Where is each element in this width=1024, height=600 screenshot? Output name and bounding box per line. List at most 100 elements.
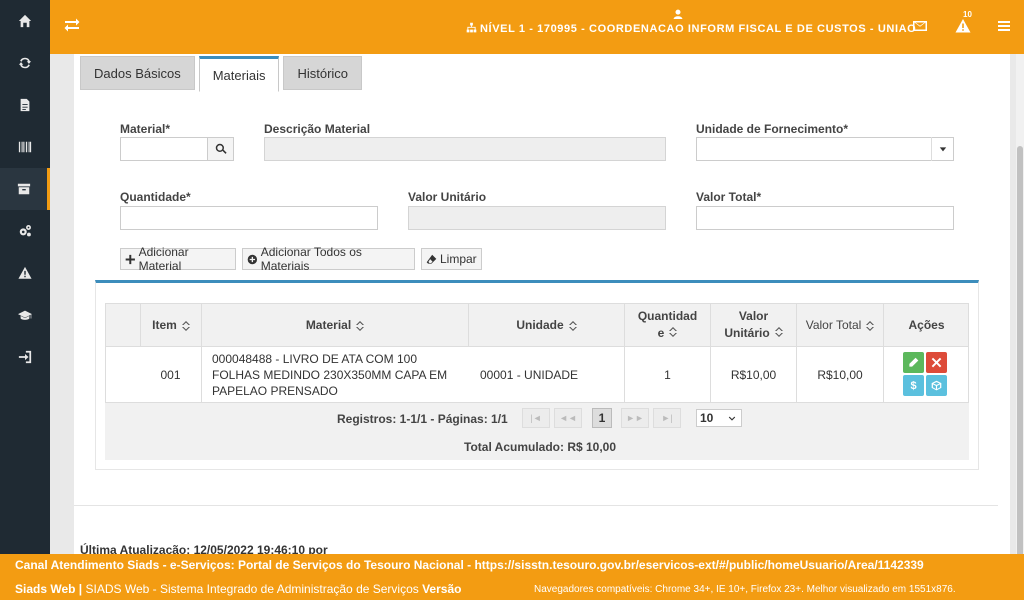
current-page[interactable]: 1 — [592, 408, 612, 428]
valor-unitario-field — [408, 206, 666, 230]
header-acoes: Ações — [883, 304, 969, 346]
sidebar-item-document[interactable] — [0, 84, 50, 126]
valor-total-label: Valor Total* — [696, 190, 762, 204]
page-size-select[interactable]: 10 — [696, 409, 742, 427]
menu-icon — [998, 21, 1010, 31]
exchange-icon — [64, 18, 80, 32]
edit-button[interactable] — [903, 352, 924, 373]
row-quantidade: 1 — [624, 347, 710, 402]
envelope-icon — [913, 21, 927, 31]
alert-count-badge: 10 — [963, 10, 972, 19]
alerts-button[interactable]: 10 — [955, 10, 972, 34]
sidebar-toggle-button[interactable] — [64, 17, 82, 35]
sidebar-item-refresh[interactable] — [0, 42, 50, 84]
last-page-button[interactable]: ►| — [653, 408, 681, 428]
gears-icon — [19, 225, 31, 237]
item-details-button[interactable] — [926, 375, 947, 396]
alert-icon — [955, 19, 971, 33]
user-level-label: NÍVEL 1 - 170995 - COORDENACAO INFORM FI… — [466, 22, 916, 35]
header-valor-total[interactable]: Valor Total — [796, 304, 883, 346]
caret-down-icon — [931, 137, 953, 161]
sidebar-item-settings[interactable] — [0, 210, 50, 252]
tab-bar: Dados Básicos Materiais Histórico — [80, 56, 366, 92]
material-label: Material* — [120, 122, 171, 136]
unidade-fornecimento-select[interactable] — [696, 137, 954, 161]
sort-icon — [356, 320, 365, 331]
prev-page-button[interactable]: ◄◄ — [554, 408, 582, 428]
material-search-button[interactable] — [207, 137, 234, 161]
row-valor-unitario: R$10,00 — [710, 347, 796, 402]
header-item[interactable]: Item — [140, 304, 201, 346]
adicionar-todos-button[interactable]: Adicionar Todos os Materiais — [242, 245, 415, 273]
sidebar-item-warning[interactable] — [0, 252, 50, 294]
row-material: 000048488 - LIVRO DE ATA COM 100 FOLHAS … — [212, 352, 448, 398]
user-info[interactable]: NÍVEL 1 - 170995 - COORDENACAO INFORM FI… — [466, 8, 916, 35]
descricao-material-field — [264, 137, 666, 161]
graduation-cap-icon — [18, 310, 32, 320]
row-item: 001 — [160, 367, 181, 382]
sidebar-item-barcode[interactable] — [0, 126, 50, 168]
chevron-down-icon — [728, 416, 736, 421]
footer: Canal Atendimento Siads - e-Serviços: Po… — [0, 554, 1024, 600]
plus-circle-icon — [247, 254, 258, 264]
sort-icon — [568, 320, 577, 331]
document-icon — [20, 98, 30, 112]
divider — [74, 505, 998, 506]
tab-materiais[interactable]: Materiais — [198, 56, 280, 92]
row-valor-total: R$10,00 — [796, 347, 883, 402]
warning-icon — [18, 266, 32, 279]
messages-button[interactable] — [912, 18, 928, 34]
sort-icon — [181, 320, 190, 331]
sidebar-item-archive[interactable] — [0, 168, 50, 210]
row-unidade: 00001 - UNIDADE — [480, 367, 579, 382]
tab-historico[interactable]: Histórico — [283, 56, 363, 90]
table-row[interactable]: 001 000048488 - LIVRO DE ATA COM 100 FOL… — [105, 347, 969, 403]
valor-total-input[interactable] — [696, 206, 954, 230]
sitemap-icon — [466, 22, 477, 33]
quantidade-input[interactable] — [120, 206, 378, 230]
price-button[interactable]: $ — [903, 375, 924, 396]
dollar-icon: $ — [910, 379, 917, 392]
first-page-button[interactable]: |◄ — [522, 408, 550, 428]
pager-summary: Registros: 1-1/1 - Páginas: 1/1 — [337, 412, 508, 426]
sidebar — [0, 0, 50, 554]
footer-support-line[interactable]: Canal Atendimento Siads - e-Serviços: Po… — [15, 558, 924, 572]
footer-system-line: Siads Web | SIADS Web - Sistema Integrad… — [15, 582, 462, 596]
table-header: Item Material Unidade Quantidad e Valor … — [105, 303, 969, 347]
close-icon — [931, 357, 942, 368]
archive-icon — [17, 183, 30, 195]
header-unidade[interactable]: Unidade — [468, 304, 624, 346]
total-acumulado: Total Acumulado: R$ 10,00 — [464, 440, 617, 454]
adicionar-material-button[interactable]: Adicionar Material — [120, 245, 236, 273]
descricao-label: Descrição Material — [264, 122, 371, 136]
next-page-button[interactable]: ►► — [621, 408, 649, 428]
limpar-button[interactable]: Limpar — [421, 248, 482, 270]
pencil-icon — [909, 357, 919, 367]
home-icon — [18, 14, 32, 28]
delete-button[interactable] — [926, 352, 947, 373]
sort-icon — [774, 325, 783, 337]
plus-icon — [125, 254, 135, 264]
refresh-icon — [18, 57, 32, 69]
search-icon — [215, 143, 227, 154]
unidade-label: Unidade de Fornecimento* — [696, 122, 849, 136]
quantidade-label: Quantidade* — [120, 190, 191, 204]
header-quantidade[interactable]: Quantidad e — [624, 304, 710, 346]
sidebar-item-logout[interactable] — [0, 336, 50, 378]
header-valor-unitario[interactable]: Valor Unitário — [710, 304, 796, 346]
material-input[interactable] — [120, 137, 208, 161]
header-spacer — [106, 304, 140, 346]
sidebar-item-training[interactable] — [0, 294, 50, 336]
sidebar-item-home[interactable] — [0, 0, 50, 42]
sort-icon — [669, 325, 678, 337]
footer-browsers: Navegadores compatíveis: Chrome 34+, IE … — [534, 584, 956, 595]
tab-dados-basicos[interactable]: Dados Básicos — [80, 56, 195, 90]
cube-icon — [931, 380, 942, 391]
top-bar: NÍVEL 1 - 170995 - COORDENACAO INFORM FI… — [50, 0, 1024, 54]
scrollbar[interactable] — [1016, 54, 1024, 584]
menu-button[interactable] — [996, 18, 1012, 34]
valor-unitario-label: Valor Unitário — [408, 190, 487, 204]
user-icon — [672, 8, 684, 20]
header-material[interactable]: Material — [201, 304, 468, 346]
scrollbar-thumb[interactable] — [1017, 146, 1023, 584]
